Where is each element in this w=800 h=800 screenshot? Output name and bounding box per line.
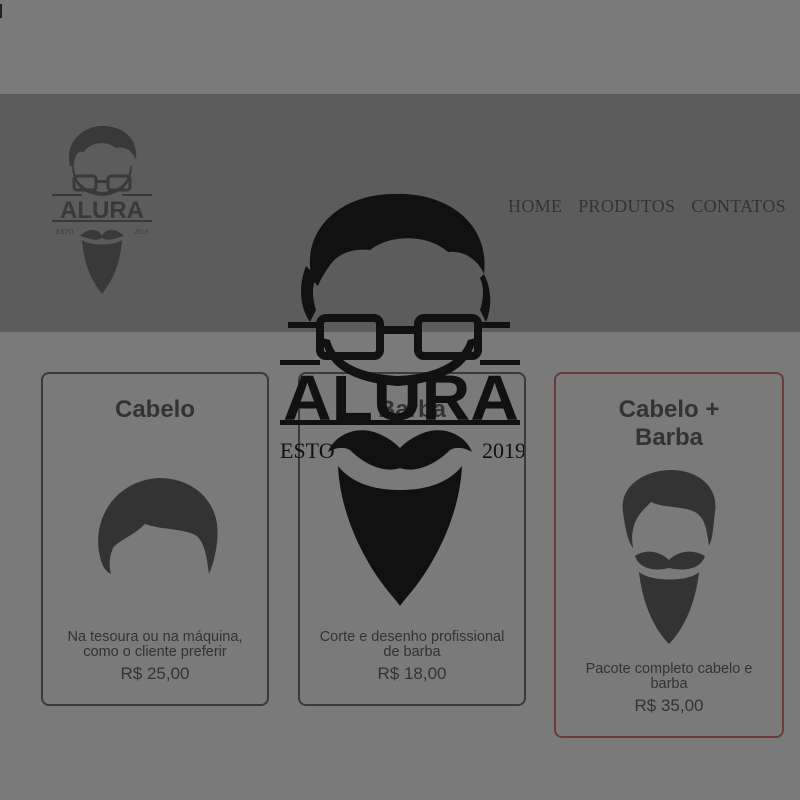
- product-title: Cabelo + Barba: [618, 396, 720, 451]
- svg-text:2019: 2019: [134, 228, 149, 236]
- nav-produtos[interactable]: PRODUTOS: [578, 196, 675, 217]
- svg-text:2019: 2019: [482, 438, 524, 463]
- product-description: Corte e desenho profissional de barba: [319, 629, 505, 660]
- product-card-cabelo-barba: Cabelo + Barba Pacote completo cabelo e …: [554, 372, 784, 738]
- main-nav: HOME PRODUTOS CONTATOS: [508, 196, 786, 217]
- hair-and-beard-icon: [622, 470, 716, 644]
- header-logo[interactable]: ALURA ESTO 2019: [50, 120, 154, 300]
- product-price: R$ 25,00: [120, 664, 190, 683]
- svg-text:ALURA: ALURA: [283, 362, 519, 434]
- product-price: R$ 35,00: [634, 696, 704, 715]
- overlay-logo[interactable]: ALURA ESTO 2019: [278, 190, 524, 610]
- nav-contatos[interactable]: CONTATOS: [691, 196, 786, 217]
- svg-text:ESTO: ESTO: [56, 228, 73, 236]
- svg-text:ALURA: ALURA: [60, 197, 144, 224]
- product-card-cabelo: Cabelo Na tesoura ou na máquina, como o …: [41, 372, 269, 706]
- product-title: Cabelo: [114, 396, 195, 423]
- hair-icon: [98, 478, 218, 574]
- corner-mark: [0, 4, 2, 18]
- product-description: Pacote completo cabelo e barba: [585, 661, 753, 692]
- svg-text:ESTO: ESTO: [280, 438, 335, 463]
- product-price: R$ 18,00: [377, 664, 447, 683]
- product-description: Na tesoura ou na máquina, como o cliente…: [67, 629, 243, 660]
